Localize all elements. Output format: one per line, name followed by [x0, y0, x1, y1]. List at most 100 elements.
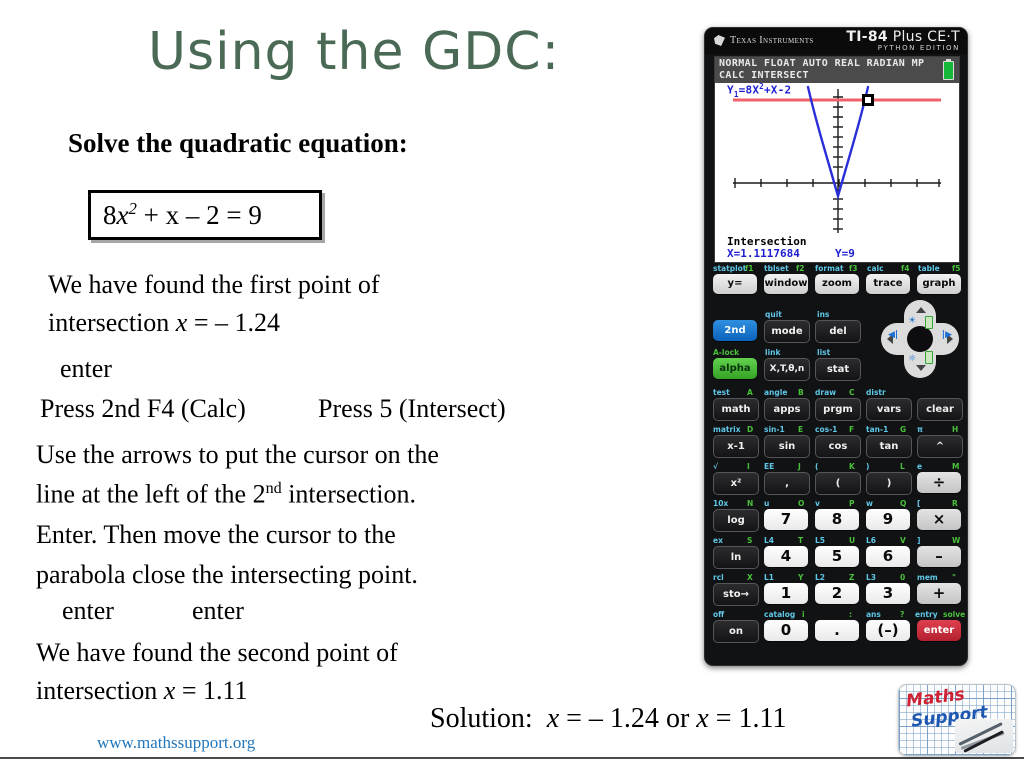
key-open-paren[interactable]: ( — [815, 472, 861, 495]
label-close-bracket: ] — [917, 536, 921, 545]
label-rcl: rcl — [713, 573, 724, 582]
label-tblset: tblset — [764, 264, 789, 273]
key-0[interactable]: 0 — [764, 620, 808, 641]
label-e-power: ex — [713, 536, 723, 545]
key-2nd[interactable]: 2nd — [713, 320, 757, 341]
key-clear[interactable]: clear — [917, 398, 963, 421]
text-enter-1: enter — [60, 354, 112, 383]
key-close-paren[interactable]: ) — [866, 472, 912, 495]
key-window[interactable]: window — [764, 274, 808, 294]
key-stat[interactable]: stat — [815, 358, 861, 381]
label-off: off — [713, 610, 725, 619]
key-log[interactable]: log — [713, 509, 759, 532]
key-apps[interactable]: apps — [764, 398, 810, 421]
key-plus[interactable]: + — [917, 583, 961, 604]
label-u: u — [764, 499, 770, 508]
equation-variable: x — [116, 200, 129, 230]
key-7[interactable]: 7 — [764, 509, 808, 530]
dpad-hub — [907, 326, 933, 352]
text-use-line1: Use the arrows to put the cursor on the — [36, 440, 439, 469]
key-caret[interactable]: ^ — [917, 435, 963, 458]
key-multiply[interactable]: × — [917, 509, 961, 530]
model-number: TI-84 — [846, 29, 888, 45]
label-test: test — [713, 388, 730, 397]
key-alpha[interactable]: alpha — [713, 358, 757, 379]
label-format: format — [815, 264, 844, 273]
key-1[interactable]: 1 — [764, 583, 808, 604]
label-alpha-i: I — [747, 462, 750, 471]
page-right-icon: |▶ — [941, 330, 952, 340]
key-negate[interactable]: (–) — [866, 620, 910, 641]
texas-instruments-logo-icon — [714, 35, 725, 46]
label-f2: f2 — [796, 264, 805, 273]
key-decimal-point[interactable]: . — [815, 620, 859, 641]
use-line2-suffix: intersection. — [281, 479, 416, 509]
label-alpha-c: C — [849, 388, 855, 397]
key-mode[interactable]: mode — [764, 320, 810, 343]
solution-first-var: x — [546, 703, 560, 734]
label-ans: ans — [866, 610, 881, 619]
text-use-line2: line at the left of the 2nd intersection… — [36, 479, 416, 509]
ti84-calculator: Texas Instruments TI-84 Plus CE·T PYTHON… — [704, 27, 968, 666]
directional-pad[interactable]: ☀ ☼ ◀| |▶ — [881, 300, 959, 378]
key-x-t-theta-n[interactable]: X,T,θ,n — [764, 358, 810, 381]
key-y-equals[interactable]: y= — [713, 274, 757, 294]
label-alpha-s: S — [747, 536, 753, 545]
label-l4: L4 — [764, 536, 774, 545]
label-v: v — [815, 499, 820, 508]
found-second-value: = 1.11 — [175, 676, 248, 705]
solve-heading: Solve the quadratic equation: — [68, 128, 408, 158]
key-trace[interactable]: trace — [866, 274, 910, 294]
label-alpha-h: H — [952, 425, 959, 434]
key-x-inverse[interactable]: x-1 — [713, 435, 759, 458]
key-9[interactable]: 9 — [866, 509, 910, 530]
key-5[interactable]: 5 — [815, 546, 859, 567]
calculator-screen: NORMAL FLOAT AUTO REAL RADIAN MP CALC IN… — [714, 56, 960, 263]
key-2[interactable]: 2 — [815, 583, 859, 604]
key-tan[interactable]: tan — [866, 435, 912, 458]
key-4[interactable]: 4 — [764, 546, 808, 567]
label-open-bracket: [ — [917, 499, 921, 508]
key-del[interactable]: del — [815, 320, 861, 343]
label-alpha-g: G — [900, 425, 907, 434]
text-found-first-line2: intersection x = – 1.24 — [48, 310, 280, 336]
key-6[interactable]: 6 — [866, 546, 910, 567]
slide-canvas: Using the GDC: Solve the quadratic equat… — [0, 0, 1024, 768]
key-store[interactable]: sto→ — [713, 583, 759, 606]
key-8[interactable]: 8 — [815, 509, 859, 530]
key-divide[interactable]: ÷ — [917, 472, 961, 493]
label-entry: entry — [915, 610, 938, 619]
graph-plot-area: Y1=8X2+X-2 — [715, 82, 959, 235]
key-minus[interactable]: – — [917, 546, 961, 567]
key-3[interactable]: 3 — [866, 583, 910, 604]
key-sin[interactable]: sin — [764, 435, 810, 458]
key-prgm[interactable]: prgm — [815, 398, 861, 421]
label-list: list — [817, 348, 831, 357]
label-alpha-l: L — [900, 462, 905, 471]
label-l3: L3 — [866, 573, 876, 582]
text-use-line4: parabola close the intersecting point. — [36, 560, 418, 589]
key-cos[interactable]: cos — [815, 435, 861, 458]
calculator-keypad: statplot f1 tblset f2 format f3 calc f4 … — [705, 264, 967, 665]
key-x-squared[interactable]: x² — [713, 472, 759, 495]
key-math[interactable]: math — [713, 398, 759, 421]
label-e-const: e — [917, 462, 923, 471]
footer-url[interactable]: www.mathssupport.org — [97, 733, 255, 753]
label-a-lock: A-lock — [713, 348, 740, 357]
intersection-readout: Intersection X=1.1117684 Y=9 — [715, 235, 959, 262]
key-zoom[interactable]: zoom — [815, 274, 859, 294]
key-vars[interactable]: vars — [866, 398, 912, 421]
label-imaginary: i — [802, 610, 805, 619]
key-graph[interactable]: graph — [917, 274, 961, 294]
key-comma[interactable]: , — [764, 472, 810, 495]
found-second-prefix: intersection — [36, 676, 164, 705]
key-ln[interactable]: ln — [713, 546, 759, 569]
page-title: Using the GDC: — [148, 22, 561, 82]
label-alpha-w: W — [952, 536, 961, 545]
label-alpha-u: U — [849, 536, 856, 545]
equation-box: 8x2 + x – 2 = 9 — [88, 190, 322, 240]
label-ten-power: 10x — [713, 499, 729, 508]
key-enter[interactable]: enter — [917, 620, 961, 641]
label-ee: EE — [764, 462, 775, 471]
key-on[interactable]: on — [713, 620, 759, 643]
